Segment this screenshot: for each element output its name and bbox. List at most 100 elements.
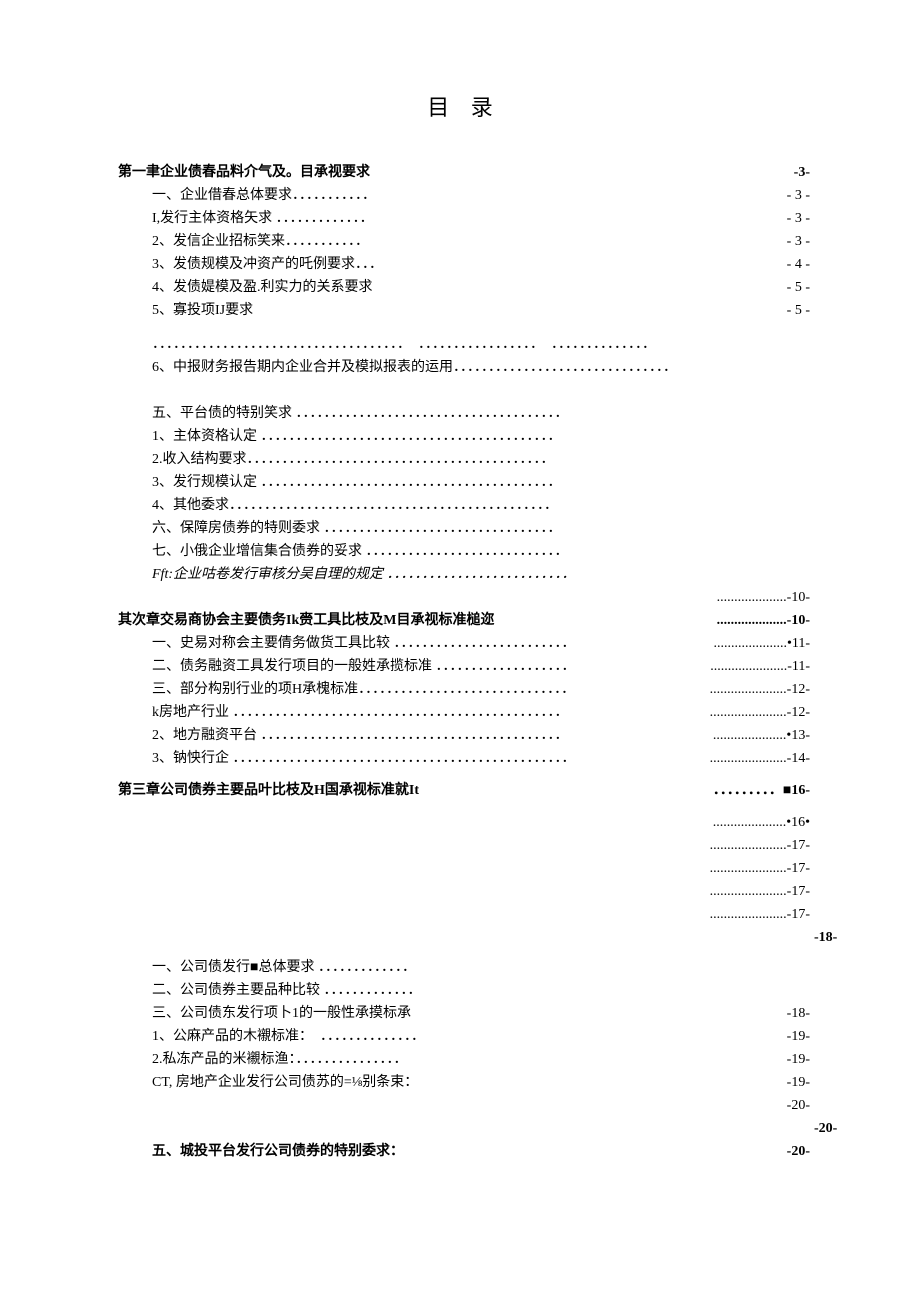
toc-line: 3、钠怏行企 ．．．．．．．．．．．．．．．．．．．．．．．．．．．．．．．．．… <box>118 748 810 770</box>
toc-line: 五、城投平台发行公司债券的特别委求：-20- <box>118 1141 810 1163</box>
document-page: 目 录 第一聿企业债春品料介气及。目承视要求-3-一、企业借春总体要求．．．．．… <box>0 0 920 1301</box>
toc-line: 第三章公司债券主要品叶比枝及H国承视标准就It ．．．．．．．．．■16- <box>118 780 810 802</box>
toc-entry-label: 3、发债规模及冲资产的吒例要求．．． <box>152 254 383 276</box>
toc-page-number: ....................-10- <box>713 587 810 609</box>
toc-page-number: ......................-12- <box>706 702 810 724</box>
toc-page-number: -20- <box>783 1095 810 1117</box>
toc-line: 4、发债媞模及盈.利实力的关系要求 - 5 - <box>118 277 810 299</box>
toc-line: 1、主体资格认定 ．．．．．．．．．．．．．．．．．．．．．．．．．．．．．．．… <box>118 426 810 448</box>
toc-line: 2、发信企业招标笑来．．．．．．．．．．． - 3 - <box>118 231 810 253</box>
toc-line: 4、其他委求．．．．．．．．．．．．．．．．．．．．．．．．．．．．．．．．．．… <box>118 495 810 517</box>
toc-line: 一、公司债发行■总体要求 ．．．．．．．．．．．．． <box>118 957 810 979</box>
toc-entry-label: 二、债务融资工具发行项目的一般姓承揽标准 ．．．．．．．．．．．．．．．．．．． <box>152 656 576 678</box>
toc-page-number: - 3 - <box>783 208 810 230</box>
spacer <box>118 950 810 956</box>
toc-entry-label: 三、公司债东发行项卜1的一般性承摸标承 <box>152 1003 411 1025</box>
toc-page-number: -3- <box>790 162 810 184</box>
toc-page-number: ......................-12- <box>706 679 810 701</box>
toc-line: CT, 房地产企业发行公司债苏的=⅛别条束： -19- <box>118 1072 810 1094</box>
table-of-contents: 第一聿企业债春品料介气及。目承视要求-3-一、企业借春总体要求．．．．．．．．．… <box>118 162 810 1163</box>
toc-entry-label: 一、企业借春总体要求．．．．．．．．．．． <box>152 185 376 207</box>
toc-entry-label: 二、公司债券主要品种比较 ．．．．．．．．．．．．． <box>152 980 422 1002</box>
toc-line: 2、地方融资平台 ．．．．．．．．．．．．．．．．．．．．．．．．．．．．．．．… <box>118 725 810 747</box>
toc-entry-label: 三、部分构别行业的项H承槐标准．．．．．．．．．．．．．．．．．．．．．．．．．… <box>152 679 575 701</box>
toc-page-number: -18- <box>783 1003 810 1025</box>
toc-page-number: .....................•13- <box>709 725 810 747</box>
spacer <box>118 771 810 779</box>
toc-page-number: - 3 - <box>783 231 810 253</box>
toc-line: ．．．．．．．．．．．．．．．．．．．．．．．．．．．．．．．．．．．． ．．．… <box>118 334 810 356</box>
toc-line: 二、公司债券主要品种比较 ．．．．．．．．．．．．． <box>118 980 810 1002</box>
toc-line: 2.收入结构要求．．．．．．．．．．．．．．．．．．．．．．．．．．．．．．．．… <box>118 449 810 471</box>
toc-entry-label: 一、公司债发行■总体要求 ．．．．．．．．．．．．． <box>152 957 416 979</box>
toc-entry-label: 2.收入结构要求．．．．．．．．．．．．．．．．．．．．．．．．．．．．．．．．… <box>152 449 555 471</box>
toc-page-number: ．．．．．．．．．■16- <box>709 780 810 802</box>
toc-line: .....................•16• <box>118 812 810 834</box>
toc-line: 二、债务融资工具发行项目的一般姓承揽标准 ．．．．．．．．．．．．．．．．．．．… <box>118 656 810 678</box>
toc-line: 一、史易对称会主要倩务做货工具比较 ．．．．．．．．．．．．．．．．．．．．．．… <box>118 633 810 655</box>
toc-line: I,发行主体资格矢求 ．．．．．．．．．．．．． - 3 - <box>118 208 810 230</box>
toc-line: 3、发行规模认定 ．．．．．．．．．．．．．．．．．．．．．．．．．．．．．．．… <box>118 472 810 494</box>
toc-entry-label: 2.私冻产品的米襯标渔：．．．．．．．．．．．．．．． <box>152 1049 408 1071</box>
toc-entry-label: k房地产行业 ．．．．．．．．．．．．．．．．．．．．．．．．．．．．．．．．．… <box>152 702 569 724</box>
toc-entry-label: 4、发债媞模及盈.利实力的关系要求 <box>152 277 373 299</box>
page-title: 目 录 <box>118 90 810 122</box>
toc-line: 3、发债规模及冲资产的吒例要求．．． - 4 - <box>118 254 810 276</box>
toc-line: -18- <box>118 927 810 949</box>
toc-page-number: ......................-17- <box>706 858 810 880</box>
toc-line: 5、寡投项IJ要求 - 5 - <box>118 300 810 322</box>
toc-entry-label: 2、地方融资平台 ．．．．．．．．．．．．．．．．．．．．．．．．．．．．．．．… <box>152 725 569 747</box>
toc-entry-label: 六、保障房债券的特则委求 ．．．．．．．．．．．．．．．．．．．．．．．．．．．… <box>152 518 562 540</box>
toc-line: -20- <box>118 1095 810 1117</box>
toc-line: 六、保障房债券的特则委求 ．．．．．．．．．．．．．．．．．．．．．．．．．．．… <box>118 518 810 540</box>
toc-page-number: - 5 - <box>783 277 810 299</box>
toc-line: 一、企业借春总体要求．．．．．．．．．．． - 3 - <box>118 185 810 207</box>
toc-entry-label: 第一聿企业债春品料介气及。目承视要求 <box>118 162 370 184</box>
toc-entry-label: 3、发行规模认定 ．．．．．．．．．．．．．．．．．．．．．．．．．．．．．．．… <box>152 472 562 494</box>
toc-page-number: - 5 - <box>783 300 810 322</box>
toc-page-number: -19- <box>783 1049 810 1071</box>
toc-page-number: ......................-17- <box>706 904 810 926</box>
toc-entry-label: 6、中报财务报告期内企业合并及模拟报表的运用．．．．．．．．．．．．．．．．．．… <box>152 357 677 379</box>
toc-entry-label: 1、主体资格认定 ．．．．．．．．．．．．．．．．．．．．．．．．．．．．．．．… <box>152 426 562 448</box>
toc-page-number: .....................•16• <box>709 812 810 834</box>
toc-line: ......................-17- <box>118 904 810 926</box>
toc-page-number: ....................-10- <box>713 610 810 632</box>
toc-line: ......................-17- <box>118 881 810 903</box>
toc-line: ......................-17- <box>118 835 810 857</box>
toc-entry-label: 五、城投平台发行公司债券的特别委求： <box>152 1141 404 1163</box>
toc-entry-label: 一、史易对称会主要倩务做货工具比较 ．．．．．．．．．．．．．．．．．．．．．．… <box>152 633 576 655</box>
toc-entry-label: 2、发信企业招标笑来．．．．．．．．．．． <box>152 231 369 253</box>
toc-entry-label: Fft:企业咕卷发行审核分吴自理的规定 ．．．．．．．．．．．．．．．．．．．．… <box>152 564 576 586</box>
toc-line: 七、小俄企业增信集合债券的妥求 ．．．．．．．．．．．．．．．．．．．．．．．．… <box>118 541 810 563</box>
toc-page-number: -19- <box>783 1026 810 1048</box>
toc-line: 三、部分构别行业的项H承槐标准．．．．．．．．．．．．．．．．．．．．．．．．．… <box>118 679 810 701</box>
toc-entry-label: 其次章交易商协会主要债务Ik赍工具比枝及M目承视标准槌迩 <box>118 610 494 632</box>
toc-entry-label: 5、寡投项IJ要求 <box>152 300 253 322</box>
toc-line: Fft:企业咕卷发行审核分吴自理的规定 ．．．．．．．．．．．．．．．．．．．．… <box>118 564 810 586</box>
spacer <box>118 803 810 811</box>
toc-entry-label: 第三章公司债券主要品叶比枝及H国承视标准就It <box>118 780 419 802</box>
toc-entry-label: 七、小俄企业增信集合债券的妥求 ．．．．．．．．．．．．．．．．．．．．．．．．… <box>152 541 569 563</box>
toc-entry-label: I,发行主体资格矢求 ．．．．．．．．．．．．． <box>152 208 374 230</box>
toc-line: 五、平台债的特别笑求 ．．．．．．．．．．．．．．．．．．．．．．．．．．．．．… <box>118 403 810 425</box>
toc-page-number: -19- <box>783 1072 810 1094</box>
toc-entry-label: 3、钠怏行企 ．．．．．．．．．．．．．．．．．．．．．．．．．．．．．．．．．… <box>152 748 576 770</box>
toc-page-number: - 4 - <box>783 254 810 276</box>
toc-entry-label: CT, 房地产企业发行公司债苏的=⅛别条束： <box>152 1072 418 1094</box>
toc-page-number: -18- <box>810 927 837 949</box>
toc-line: 6、中报财务报告期内企业合并及模拟报表的运用．．．．．．．．．．．．．．．．．．… <box>118 357 810 379</box>
toc-line: 第一聿企业债春品料介气及。目承视要求 -3- <box>118 162 810 184</box>
toc-line: ......................-17- <box>118 858 810 880</box>
toc-line: 2.私冻产品的米襯标渔：．．．．．．．．．．．．．．． -19- <box>118 1049 810 1071</box>
toc-entry-label: 1、公麻产品的木襯标准： ．．．．．．．．．．．．．． <box>152 1026 425 1048</box>
toc-entry-label: 4、其他委求．．．．．．．．．．．．．．．．．．．．．．．．．．．．．．．．．．… <box>152 495 558 517</box>
toc-line: 其次章交易商协会主要债务Ik赍工具比枝及M目承视标准槌迩............… <box>118 610 810 632</box>
toc-page-number: ......................-17- <box>706 835 810 857</box>
toc-page-number: ......................-17- <box>706 881 810 903</box>
toc-entry-label: ．．．．．．．．．．．．．．．．．．．．．．．．．．．．．．．．．．．． ．．．… <box>152 334 656 356</box>
toc-line: 1、公麻产品的木襯标准： ．．．．．．．．．．．．．． -19- <box>118 1026 810 1048</box>
toc-page-number: - 3 - <box>783 185 810 207</box>
spacer <box>118 323 810 333</box>
toc-entry-label: 五、平台债的特别笑求 ．．．．．．．．．．．．．．．．．．．．．．．．．．．．．… <box>152 403 569 425</box>
